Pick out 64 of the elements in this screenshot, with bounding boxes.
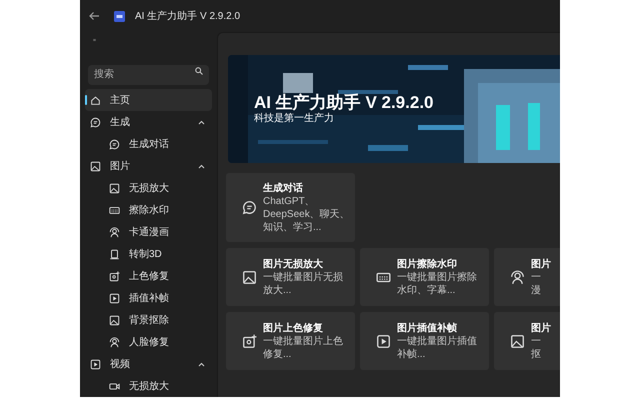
feature-card[interactable]: 生成对话 ChatGPT、 DeepSeek、聊天、 知识、学习... <box>226 173 355 242</box>
nav-item[interactable]: 插值补帧 <box>85 287 212 309</box>
nav-item[interactable]: 主页 <box>85 89 212 111</box>
person-icon <box>109 226 120 238</box>
feature-card[interactable]: 图片擦除水印 一键批量图片擦除 水印、字幕... <box>360 248 489 306</box>
chevron-icon[interactable] <box>198 362 205 366</box>
card-description: 一键批量图片插值 补帧... <box>397 334 477 360</box>
feature-card[interactable]: 图片上色修复 一键批量图片上色 修复... <box>226 312 355 370</box>
chat-bubble-icon <box>109 138 120 150</box>
play-icon <box>109 292 120 304</box>
image-icon <box>242 270 257 284</box>
banner-title: AI 生产力助手 V 2.9.2.0 <box>254 93 434 112</box>
nav-item[interactable]: 无损放大 <box>85 375 212 397</box>
banner-subtitle: 科技是第一生产力 <box>254 113 335 125</box>
card-description: 一 抠 <box>531 334 542 360</box>
nav-item[interactable]: 无损放大 <box>85 177 212 199</box>
card-title: 图片无损放大 <box>263 258 324 270</box>
chevron-icon[interactable] <box>198 120 205 124</box>
person-icon <box>109 336 120 348</box>
image-icon <box>90 160 101 172</box>
image-sparkle-icon <box>242 334 257 348</box>
video-camera-icon <box>109 380 120 392</box>
search-icon[interactable] <box>195 67 203 75</box>
card-description: 一键批量图片无损 放大... <box>263 270 343 296</box>
card-description: ChatGPT、 DeepSeek、聊天、 知识、学习... <box>263 194 350 234</box>
nav-item[interactable]: 人脸修复 <box>85 331 212 353</box>
feature-card[interactable]: 图片 一 抠 <box>494 312 560 370</box>
card-title: 图片插值补帧 <box>397 322 458 334</box>
window-title: AI 生产力助手 V 2.9.2.0 <box>135 10 240 24</box>
nav-item[interactable]: 生成 <box>85 111 212 133</box>
app-logo-icon <box>114 10 125 22</box>
card-description: 一键批量图片上色 修复... <box>263 334 343 360</box>
search-field[interactable]: 搜索 <box>88 64 209 84</box>
nav-item[interactable]: 上色修复 <box>85 265 212 287</box>
chat-bubble-icon <box>242 200 257 215</box>
card-title: 图片 <box>531 258 551 270</box>
card-title: 生成对话 <box>263 182 304 194</box>
nav-item[interactable]: 视频 <box>85 353 212 375</box>
nav-item[interactable]: 生成对话 <box>85 133 212 155</box>
play-icon <box>90 358 101 370</box>
card-title: 图片上色修复 <box>263 322 324 334</box>
feature-card[interactable]: 图片无损放大 一键批量图片无损 放大... <box>226 248 355 306</box>
card-title: 图片擦除水印 <box>397 258 458 270</box>
nav-item[interactable]: 转制3D <box>85 243 212 265</box>
chat-bubble-icon <box>90 116 101 128</box>
nav-item[interactable]: 图片 <box>85 155 212 177</box>
play-icon <box>376 334 391 348</box>
card-title: 图片 <box>531 322 551 334</box>
chevron-icon[interactable] <box>198 164 205 168</box>
nav-item[interactable]: 背景抠除 <box>85 309 212 331</box>
image-icon <box>109 314 120 326</box>
image-icon <box>109 182 120 194</box>
person-icon <box>510 270 525 284</box>
feature-card[interactable]: 图片 一 漫 <box>494 248 560 306</box>
card-description: 一 漫 <box>531 270 542 296</box>
back-icon[interactable] <box>88 11 100 21</box>
nav-item[interactable]: 卡通漫画 <box>85 221 212 243</box>
nav-item[interactable]: 擦除水印 <box>85 199 212 221</box>
image-icon <box>510 334 525 348</box>
image-sparkle-icon <box>109 270 120 282</box>
film-strip-icon <box>109 204 120 216</box>
home-icon <box>90 94 101 106</box>
card-description: 一键批量图片擦除 水印、字幕... <box>397 270 477 296</box>
feature-card[interactable]: 图片插值补帧 一键批量图片插值 补帧... <box>360 312 489 370</box>
